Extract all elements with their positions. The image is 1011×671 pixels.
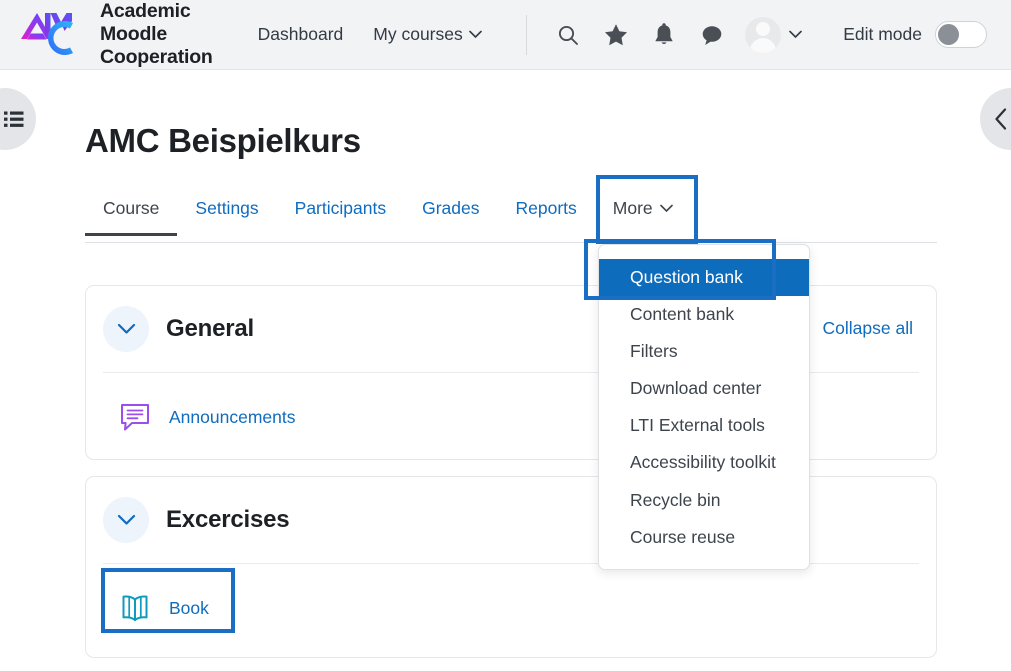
tab-course-label: Course [103, 198, 160, 218]
edit-mode-toggle[interactable] [935, 21, 987, 48]
tab-more[interactable]: More [595, 188, 691, 233]
list-menu-icon [4, 111, 24, 127]
edit-mode-toggle-knob [938, 24, 959, 45]
section-title-general: General [166, 315, 254, 342]
nav-item-my-courses-label: My courses [373, 24, 463, 44]
tab-grades-label: Grades [422, 198, 480, 218]
brand-line-2: Moodle [100, 23, 168, 45]
menu-item-content-bank[interactable]: Content bank [599, 296, 809, 333]
collapse-all-link[interactable]: Collapse all [823, 318, 913, 339]
tab-participants[interactable]: Participants [277, 188, 404, 233]
chevron-down-icon [117, 323, 135, 334]
amc-monogram-logo [21, 12, 73, 55]
message-bubble-icon[interactable] [699, 22, 725, 48]
user-menu[interactable] [744, 16, 802, 53]
navbar-icon-group [555, 22, 725, 48]
avatar [744, 16, 781, 53]
section-title-excercises: Excercises [166, 506, 290, 533]
edit-mode-label: Edit mode [843, 24, 922, 44]
brand-line-1: Academic [100, 0, 191, 22]
brand-text-block: Academic Moodle Cooperation [100, 0, 213, 69]
section-toggle-excercises[interactable] [103, 497, 149, 543]
tab-reports-label: Reports [515, 198, 577, 218]
menu-item-filters[interactable]: Filters [599, 333, 809, 370]
activity-book[interactable]: Book [86, 564, 936, 652]
menu-item-recycle-bin[interactable]: Recycle bin [599, 482, 809, 519]
page-title: AMC Beispielkurs [85, 122, 361, 159]
search-icon[interactable] [555, 22, 581, 48]
course-index-drawer-toggle[interactable] [0, 88, 36, 150]
chevron-down-icon [468, 30, 482, 39]
edit-mode-control[interactable]: Edit mode [843, 21, 987, 48]
navbar-divider [525, 14, 527, 55]
menu-item-accessibility-toolkit[interactable]: Accessibility toolkit [599, 444, 809, 481]
course-tabs: Course Settings Participants Grades Repo… [85, 188, 937, 243]
chevron-down-icon [659, 204, 673, 213]
nav-item-dashboard-label: Dashboard [257, 24, 344, 44]
more-dropdown-menu: Question bank Content bank Filters Downl… [598, 244, 810, 570]
nav-item-my-courses[interactable]: My courses [373, 24, 482, 45]
tab-more-label: More [612, 198, 653, 218]
tab-settings-label: Settings [195, 198, 259, 218]
forum-announcement-icon [121, 404, 149, 431]
activity-link-announcements[interactable]: Announcements [169, 407, 295, 428]
chevron-down-icon [788, 30, 802, 39]
menu-item-lti-external-tools[interactable]: LTI External tools [599, 407, 809, 444]
tab-participants-label: Participants [294, 198, 387, 218]
tab-reports[interactable]: Reports [497, 188, 594, 233]
tab-course[interactable]: Course [85, 188, 178, 236]
chevron-left-icon [995, 108, 1007, 130]
book-icon [122, 595, 148, 621]
menu-item-download-center[interactable]: Download center [599, 370, 809, 407]
tab-settings[interactable]: Settings [177, 188, 276, 233]
star-icon[interactable] [603, 22, 629, 48]
bell-icon[interactable] [651, 22, 677, 48]
tab-grades[interactable]: Grades [404, 188, 497, 233]
block-drawer-toggle[interactable] [980, 88, 1011, 150]
menu-item-question-bank[interactable]: Question bank [599, 259, 809, 297]
avatar-body [749, 37, 776, 53]
avatar-head [755, 21, 770, 36]
section-toggle-general[interactable] [103, 306, 149, 352]
chevron-down-icon [117, 514, 135, 525]
primary-nav: Dashboard My courses [258, 24, 482, 45]
moodle-course-page: Academic Moodle Cooperation Dashboard My… [0, 0, 1011, 671]
top-navbar: Academic Moodle Cooperation Dashboard My… [0, 0, 1011, 70]
activity-link-book[interactable]: Book [169, 598, 209, 619]
site-brand-link[interactable]: Academic Moodle Cooperation [18, 0, 213, 69]
nav-item-dashboard[interactable]: Dashboard [258, 24, 344, 45]
menu-item-course-reuse[interactable]: Course reuse [599, 519, 809, 556]
brand-line-3: Cooperation [100, 46, 213, 68]
